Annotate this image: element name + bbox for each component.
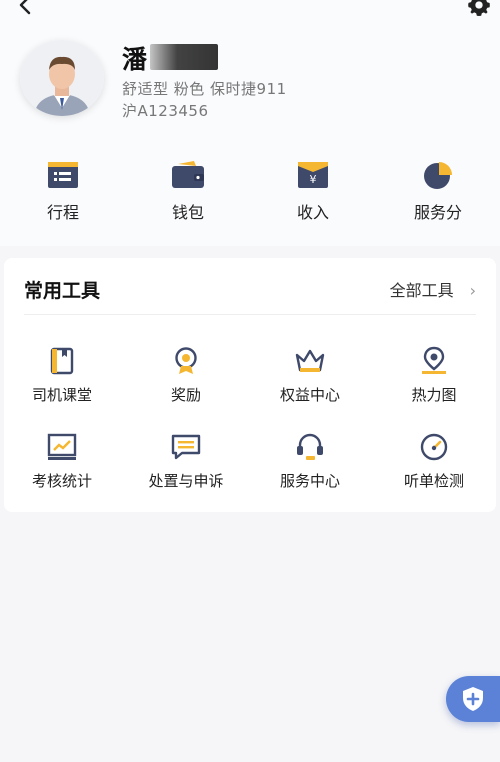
tool-label: 热力图 [411,386,457,404]
quick-actions: 行程 钱包 ¥ 收入 服务分 [0,160,500,230]
service-score-icon [424,162,452,189]
tool-reward[interactable]: 奖励 [124,346,248,405]
redacted-name-block [150,44,218,70]
wallet-icon [172,161,204,188]
svg-text:¥: ¥ [310,173,317,186]
car-info: 舒适型 粉色 保时捷911 [122,80,287,98]
quick-action-label: 行程 [46,203,79,222]
headset-icon [297,433,323,460]
tool-label: 奖励 [170,386,201,404]
reward-icon [175,347,197,374]
tool-service-center[interactable]: 服务中心 [248,432,372,491]
common-tools-card: 常用工具 全部工具 › 司机课堂 奖励 权益中心 热力图 考核统计 处置与申诉 … [4,258,496,512]
license-plate: 沪A123456 [122,102,209,120]
tool-label: 司机课堂 [31,386,92,404]
driver-class-icon [50,347,74,375]
all-tools-link[interactable]: 全部工具 › [390,277,476,301]
quick-action-wallet[interactable]: 钱包 [138,160,238,223]
trip-icon [48,162,78,188]
tool-heatmap[interactable]: 热力图 [372,346,496,405]
benefits-crown-icon [295,349,325,372]
chevron-right-icon: › [469,281,476,300]
driver-name: 潘 [122,45,148,74]
gauge-icon [420,433,448,461]
shield-plus-icon [463,687,483,711]
back-arrow-icon[interactable] [14,0,38,18]
all-tools-label: 全部工具 [389,281,454,300]
safety-shield-button[interactable] [446,676,500,722]
quick-action-label: 收入 [296,203,329,222]
income-icon: ¥ [298,162,328,188]
profile-header: 潘 舒适型 粉色 保时捷911 沪A123456 行程 钱包 ¥ 收入 服务分 [0,0,500,246]
quick-action-service-score[interactable]: 服务分 [388,160,488,223]
tool-label: 听单检测 [403,472,464,490]
avatar[interactable] [20,40,104,116]
divider [24,314,476,315]
tool-benefits[interactable]: 权益中心 [248,346,372,405]
quick-action-trip[interactable]: 行程 [13,160,113,223]
section-title: 常用工具 [24,280,101,302]
tool-label: 考核统计 [31,472,92,490]
tool-label: 服务中心 [279,472,340,490]
tool-order-check[interactable]: 听单检测 [372,432,496,491]
tool-driver-class[interactable]: 司机课堂 [0,346,124,405]
quick-action-label: 钱包 [171,203,204,222]
stats-chart-icon [47,433,77,460]
quick-action-label: 服务分 [413,203,462,222]
quick-action-income[interactable]: ¥ 收入 [263,160,363,223]
driver-avatar-icon [20,40,104,116]
heatmap-pin-icon [422,346,446,374]
tool-label: 权益中心 [279,386,340,404]
appeal-message-icon [171,434,201,460]
tool-appeal[interactable]: 处置与申诉 [124,432,248,491]
settings-gear-icon[interactable] [466,0,492,18]
tool-stats[interactable]: 考核统计 [0,432,124,491]
tool-label: 处置与申诉 [148,472,224,490]
